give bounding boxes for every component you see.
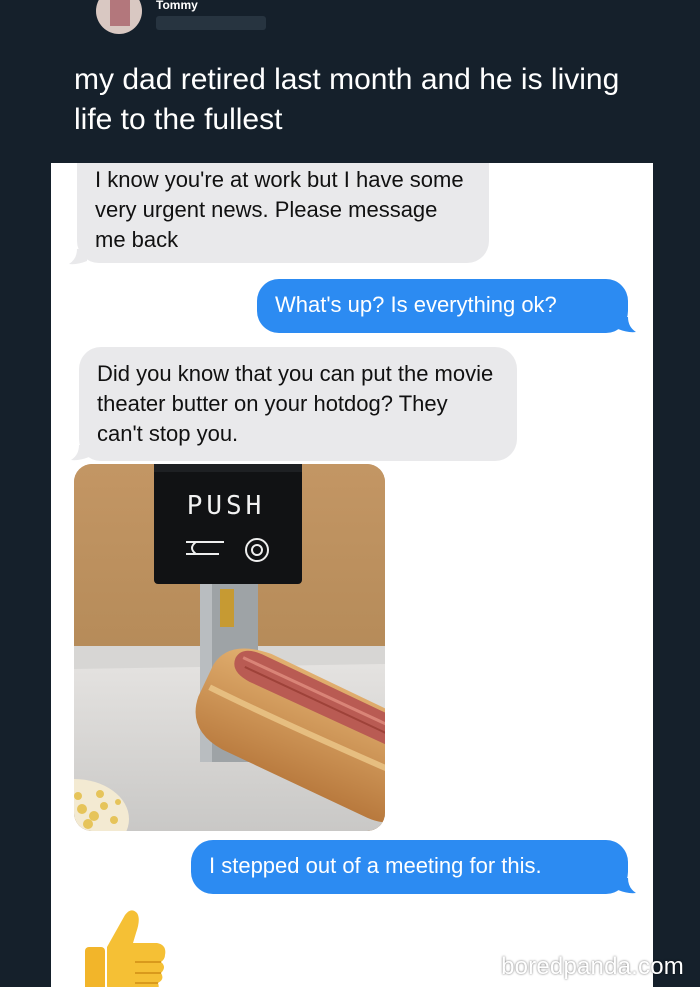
tweet-text: my dad retired last month and he is livi…	[74, 63, 620, 136]
message-text: Did you know that you can put the movie …	[97, 361, 494, 446]
incoming-message: Did you know that you can put the movie …	[79, 347, 517, 461]
outgoing-message: What's up? Is everything ok?	[257, 279, 628, 333]
bubble-tail	[618, 317, 636, 333]
watermark: boredpanda.com	[501, 953, 684, 980]
bubble-tail	[618, 878, 636, 894]
avatar[interactable]	[96, 0, 142, 34]
bubble-tail	[69, 249, 87, 265]
message-screenshot[interactable]: I know you're at work but I have some ve…	[51, 163, 653, 987]
incoming-message: I know you're at work but I have some ve…	[77, 163, 489, 263]
message-text: What's up? Is everything ok?	[275, 292, 557, 317]
hotdog-butter-photo: PUSH	[74, 464, 385, 831]
photo-attachment[interactable]: PUSH	[74, 464, 385, 831]
bubble-tail	[71, 445, 89, 461]
push-sign-text: PUSH	[187, 491, 266, 521]
message-text: I know you're at work but I have some ve…	[95, 167, 464, 252]
thumbs-up-icon	[85, 910, 166, 987]
outgoing-message: I stepped out of a meeting for this.	[191, 840, 628, 894]
blurred-handle	[156, 16, 266, 30]
message-text: I stepped out of a meeting for this.	[209, 853, 542, 878]
author-name[interactable]: Tommy	[156, 0, 198, 12]
